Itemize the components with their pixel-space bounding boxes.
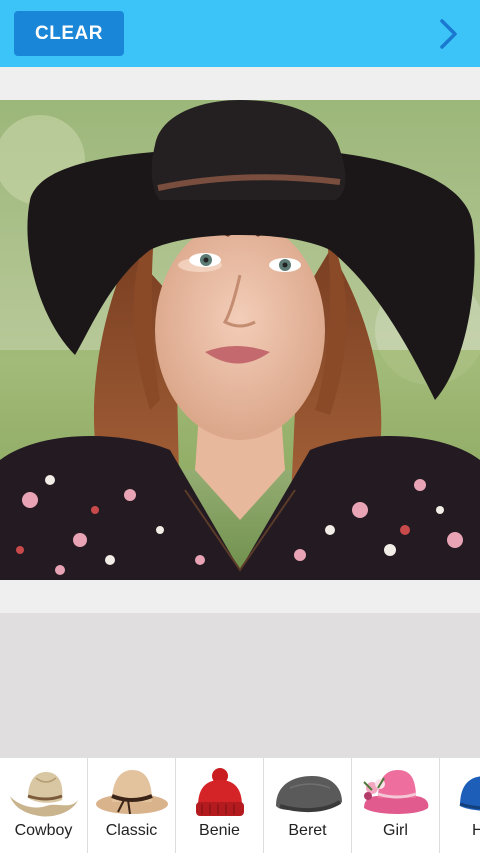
portrait-photo [0,100,480,580]
girl-hat-icon [363,770,429,814]
hat-label: Cowboy [14,822,73,839]
next-button[interactable] [436,17,462,51]
hat-label: Benie [199,822,240,839]
empty-workspace [0,613,480,758]
hat-option-cowboy[interactable]: Cowboy [0,758,88,853]
clear-button[interactable]: CLEAR [14,11,124,56]
hat-label: Classic [105,822,158,839]
beret-icon [276,776,342,813]
cowboy-hat-icon [10,772,78,817]
hat-option-classic[interactable]: Classic [88,758,176,853]
hat-option-partial[interactable]: H [440,758,480,853]
beanie-icon [196,768,244,816]
hat-option-beanie[interactable]: Benie [176,758,264,853]
hat-icon [459,776,480,811]
hat-option-beret[interactable]: Beret [264,758,352,853]
photo-canvas[interactable] [0,100,480,580]
classic-hat-icon [96,770,168,815]
top-toolbar: CLEAR [0,0,480,67]
hat-label: H [472,822,480,839]
hat-option-girl[interactable]: Girl [352,758,440,853]
hat-label: Girl [383,822,408,839]
hat-label: Beret [288,822,327,839]
hat-picker[interactable]: Cowboy Classic Benie Beret Girl H [0,758,480,853]
chevron-right-icon [440,19,457,49]
